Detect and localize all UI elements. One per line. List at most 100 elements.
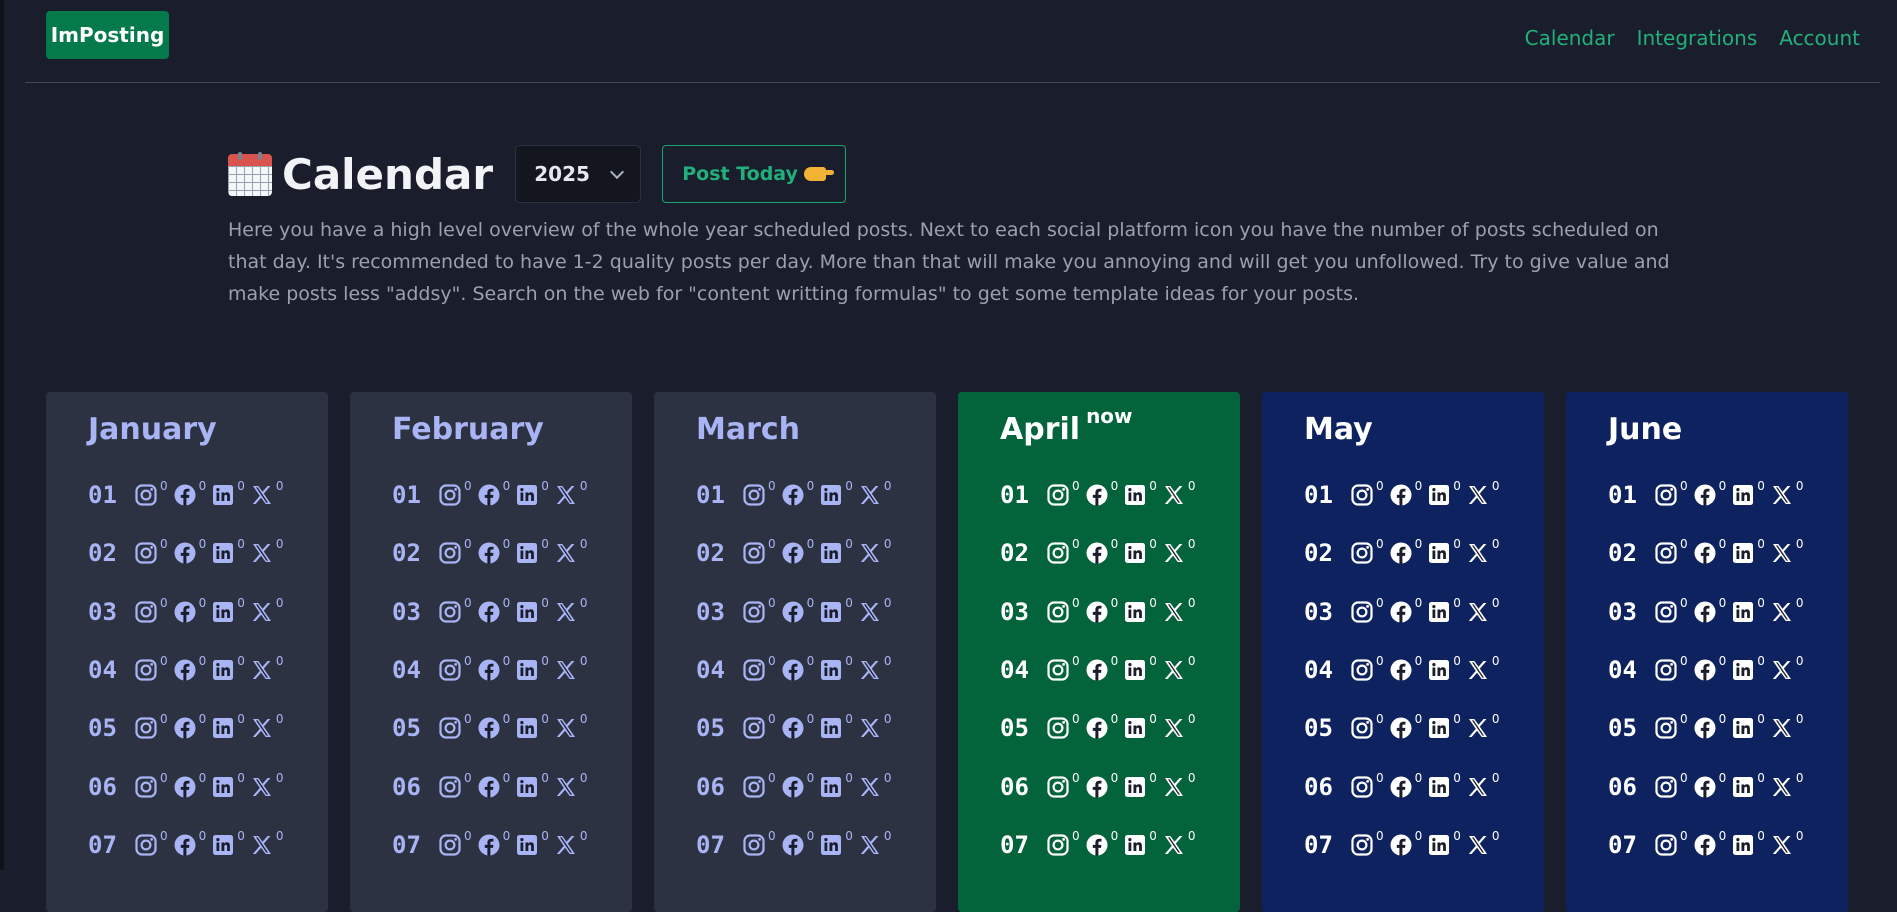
day-row[interactable]: 06 0 0 0 0 xyxy=(696,757,936,815)
facebook-icon xyxy=(781,483,805,507)
nav-link-calendar[interactable]: Calendar xyxy=(1525,26,1615,50)
post-count: 0 xyxy=(1795,537,1804,552)
instagram-post-count: 0 xyxy=(134,654,168,682)
facebook-icon xyxy=(781,541,805,565)
year-select[interactable]: 2025 xyxy=(515,145,642,203)
facebook-post-count: 0 xyxy=(477,771,510,799)
day-row[interactable]: 01 0 0 0 0 xyxy=(1608,466,1848,524)
day-row[interactable]: 06 0 0 0 0 xyxy=(1304,757,1544,815)
linkedin-post-count: 0 xyxy=(1731,654,1765,682)
day-row[interactable]: 07 0 0 0 0 xyxy=(1304,816,1544,874)
post-count: 0 xyxy=(1757,537,1765,552)
linkedin-post-count: 0 xyxy=(1427,829,1461,857)
day-row[interactable]: 06 0 0 0 0 xyxy=(392,757,632,815)
instagram-icon xyxy=(1654,775,1678,799)
day-row[interactable]: 03 0 0 0 0 xyxy=(1608,583,1848,641)
day-row[interactable]: 05 0 0 0 0 xyxy=(696,699,936,757)
day-row[interactable]: 04 0 0 0 0 xyxy=(1000,641,1240,699)
day-row[interactable]: 02 0 0 0 0 xyxy=(392,524,632,582)
day-number: 04 xyxy=(1304,656,1333,685)
post-count: 0 xyxy=(464,828,472,843)
month-card-may[interactable]: May 01 0 0 0 0 02 0 0 0 0 03 0 0 0 0 04 0 0 … xyxy=(1262,392,1544,912)
day-row[interactable]: 03 0 0 0 0 xyxy=(392,583,632,641)
instagram-icon xyxy=(1046,775,1070,799)
post-count: 0 xyxy=(1187,712,1196,727)
instagram-icon xyxy=(1350,833,1374,857)
instagram-post-count: 0 xyxy=(134,712,168,740)
post-count: 0 xyxy=(1795,595,1804,610)
post-today-button[interactable]: Post Today xyxy=(662,145,847,203)
x-icon xyxy=(1770,658,1794,682)
post-count: 0 xyxy=(541,595,549,610)
day-row[interactable]: 02 0 0 0 0 xyxy=(1608,524,1848,582)
day-row[interactable]: 01 0 0 0 0 xyxy=(88,466,328,524)
x-icon xyxy=(554,716,578,740)
day-row[interactable]: 04 0 0 0 0 xyxy=(1608,641,1848,699)
nav-link-integrations[interactable]: Integrations xyxy=(1637,26,1758,50)
day-row[interactable]: 02 0 0 0 0 xyxy=(88,524,328,582)
month-card-january[interactable]: January 01 0 0 0 0 02 0 0 0 0 03 0 0 0 0 04 … xyxy=(46,392,328,912)
day-row[interactable]: 02 0 0 0 0 xyxy=(1000,524,1240,582)
facebook-icon xyxy=(1693,541,1717,565)
instagram-icon xyxy=(134,716,158,740)
post-count: 0 xyxy=(806,537,815,552)
month-card-june[interactable]: June 01 0 0 0 0 02 0 0 0 0 03 0 0 0 0 04 0 0… xyxy=(1566,392,1848,912)
month-card-april[interactable]: April now 01 0 0 0 0 02 0 0 0 0 03 0 0 0 0 04… xyxy=(958,392,1240,912)
post-count: 0 xyxy=(1072,712,1080,727)
day-row[interactable]: 07 0 0 0 0 xyxy=(1608,816,1848,874)
day-number: 04 xyxy=(696,656,725,685)
nav-link-account[interactable]: Account xyxy=(1779,26,1860,50)
facebook-post-count: 0 xyxy=(173,479,206,507)
day-row[interactable]: 05 0 0 0 0 xyxy=(392,699,632,757)
day-row[interactable]: 07 0 0 0 0 xyxy=(1000,816,1240,874)
day-row[interactable]: 03 0 0 0 0 xyxy=(696,583,936,641)
post-count: 0 xyxy=(237,770,245,785)
day-row[interactable]: 04 0 0 0 0 xyxy=(392,641,632,699)
month-card-march[interactable]: March 01 0 0 0 0 02 0 0 0 0 03 0 0 0 0 04 0 … xyxy=(654,392,936,912)
x-icon xyxy=(1162,600,1186,624)
day-row[interactable]: 02 0 0 0 0 xyxy=(1304,524,1544,582)
facebook-post-count: 0 xyxy=(781,654,814,682)
linkedin-icon xyxy=(1123,833,1147,857)
post-count: 0 xyxy=(1795,654,1804,669)
linkedin-icon xyxy=(1123,716,1147,740)
day-row[interactable]: 01 0 0 0 0 xyxy=(1304,466,1544,524)
day-row[interactable]: 06 0 0 0 0 xyxy=(88,757,328,815)
instagram-post-count: 0 xyxy=(742,537,776,565)
month-card-february[interactable]: February 01 0 0 0 0 02 0 0 0 0 03 0 0 0 0 04… xyxy=(350,392,632,912)
facebook-post-count: 0 xyxy=(781,829,814,857)
main-nav: Calendar Integrations Account xyxy=(1525,26,1860,50)
day-row[interactable]: 03 0 0 0 0 xyxy=(1304,583,1544,641)
facebook-icon xyxy=(1693,833,1717,857)
day-row[interactable]: 05 0 0 0 0 xyxy=(1304,699,1544,757)
day-row[interactable]: 07 0 0 0 0 xyxy=(88,816,328,874)
day-row[interactable]: 07 0 0 0 0 xyxy=(392,816,632,874)
app-logo-button[interactable]: ImPosting xyxy=(46,11,169,59)
day-row[interactable]: 01 0 0 0 0 xyxy=(1000,466,1240,524)
day-row[interactable]: 05 0 0 0 0 xyxy=(88,699,328,757)
day-row[interactable]: 04 0 0 0 0 xyxy=(1304,641,1544,699)
post-count: 0 xyxy=(1718,537,1727,552)
day-row[interactable]: 01 0 0 0 0 xyxy=(392,466,632,524)
day-row[interactable]: 06 0 0 0 0 xyxy=(1000,757,1240,815)
instagram-icon xyxy=(1654,541,1678,565)
x-icon xyxy=(858,775,882,799)
x-icon xyxy=(1770,483,1794,507)
day-row[interactable]: 05 0 0 0 0 xyxy=(1608,699,1848,757)
post-count: 0 xyxy=(1187,828,1196,843)
day-row[interactable]: 07 0 0 0 0 xyxy=(696,816,936,874)
day-row[interactable]: 03 0 0 0 0 xyxy=(88,583,328,641)
window-edge xyxy=(0,0,4,870)
day-row[interactable]: 03 0 0 0 0 xyxy=(1000,583,1240,641)
instagram-post-count: 0 xyxy=(1654,712,1688,740)
day-row[interactable]: 06 0 0 0 0 xyxy=(1608,757,1848,815)
x-icon xyxy=(250,541,274,565)
x-post-count: 0 xyxy=(1162,829,1196,857)
day-row[interactable]: 02 0 0 0 0 xyxy=(696,524,936,582)
instagram-post-count: 0 xyxy=(134,537,168,565)
facebook-icon xyxy=(1693,775,1717,799)
day-row[interactable]: 05 0 0 0 0 xyxy=(1000,699,1240,757)
day-row[interactable]: 04 0 0 0 0 xyxy=(88,641,328,699)
day-row[interactable]: 04 0 0 0 0 xyxy=(696,641,936,699)
day-row[interactable]: 01 0 0 0 0 xyxy=(696,466,936,524)
